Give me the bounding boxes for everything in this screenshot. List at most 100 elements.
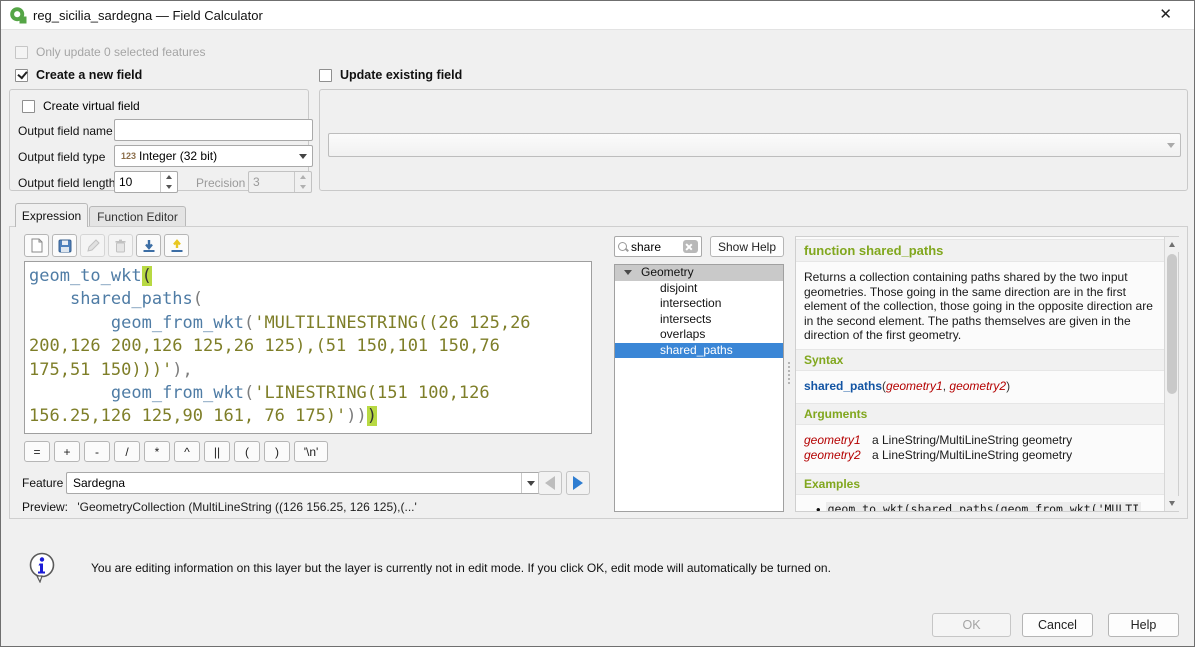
ok-label: OK	[962, 618, 980, 632]
function-item-overlaps[interactable]: overlaps	[615, 327, 783, 343]
examples-heading: Examples	[796, 473, 1164, 495]
help-button[interactable]: Help	[1108, 613, 1179, 637]
spinner-buttons[interactable]	[160, 172, 177, 192]
next-feature-button[interactable]	[566, 471, 590, 495]
arrow-right-icon	[573, 476, 583, 490]
function-item-intersection[interactable]: intersection	[615, 296, 783, 312]
argument-name: geometry2	[804, 448, 872, 463]
create-virtual-field-checkbox[interactable]: Create virtual field	[22, 99, 140, 113]
scroll-down-icon[interactable]	[1165, 496, 1179, 511]
output-field-name-input[interactable]	[114, 119, 313, 141]
code-segment: ))	[346, 406, 366, 426]
code-segment: (	[193, 289, 203, 309]
show-help-button[interactable]: Show Help	[710, 236, 784, 257]
operator-button-5[interactable]: ^	[174, 441, 200, 462]
operator-button-4[interactable]: *	[144, 441, 170, 462]
only-update-label: Only update 0 selected features	[36, 45, 205, 59]
feature-combo[interactable]: Sardegna	[66, 472, 540, 494]
code-segment: (	[142, 266, 152, 286]
scrollbar-thumb[interactable]	[1167, 254, 1177, 394]
pencil-icon	[86, 239, 100, 253]
close-icon[interactable]: ✕	[1159, 6, 1172, 24]
checkbox-box[interactable]	[319, 69, 332, 82]
checkbox-box[interactable]	[22, 100, 35, 113]
feature-label: Feature	[22, 476, 63, 490]
create-new-field-label: Create a new field	[36, 68, 142, 82]
function-item-disjoint[interactable]: disjoint	[615, 281, 783, 297]
chevron-down-icon[interactable]	[521, 473, 539, 493]
code-segment: geometry2	[949, 379, 1006, 393]
code-segment: geometry1	[886, 379, 943, 393]
expression-line: geom_to_wkt(	[29, 265, 587, 288]
update-existing-field-label: Update existing field	[340, 68, 462, 82]
operator-button-9[interactable]: '\n'	[294, 441, 328, 462]
example-code: geom_to_wkt(shared_paths(geom_from_wkt('…	[826, 502, 1142, 511]
function-list[interactable]: Geometrydisjointintersectionintersectsov…	[614, 264, 784, 512]
help-scrollbar[interactable]	[1164, 237, 1178, 511]
trash-icon	[114, 239, 127, 253]
operator-button-0[interactable]: =	[24, 441, 50, 462]
syntax-heading: Syntax	[796, 349, 1164, 371]
expression-editor[interactable]: geom_to_wkt( shared_paths( geom_from_wkt…	[24, 261, 592, 434]
chevron-down-icon[interactable]	[294, 146, 312, 166]
show-help-label: Show Help	[718, 240, 776, 254]
arguments-rows: geometry1a LineString/MultiLineString ge…	[796, 425, 1164, 473]
code-segment: (	[244, 383, 254, 403]
output-field-type-value: Integer (32 bit)	[139, 149, 217, 163]
function-item-shared_paths[interactable]: shared_paths	[615, 343, 783, 359]
argument-row: geometry2a LineString/MultiLineString ge…	[804, 448, 1156, 463]
preview-row: Preview: 'GeometryCollection (MultiLineS…	[22, 500, 417, 514]
operator-button-2[interactable]: -	[84, 441, 110, 462]
clear-search-icon[interactable]	[683, 240, 698, 253]
operator-button-8[interactable]: )	[264, 441, 290, 462]
create-new-field-checkbox[interactable]: Create a new field	[15, 68, 142, 82]
output-field-length-spinner[interactable]: 10	[114, 171, 178, 193]
checkbox-box	[15, 46, 28, 59]
existing-field-groupbox	[319, 89, 1188, 191]
new-expression-button[interactable]	[24, 234, 49, 257]
output-field-type-label: Output field type	[18, 150, 105, 164]
qgis-logo-icon	[9, 6, 27, 24]
spinner-buttons	[294, 172, 311, 192]
update-existing-field-checkbox[interactable]: Update existing field	[319, 68, 462, 82]
operator-button-6[interactable]: ||	[204, 441, 230, 462]
cancel-button[interactable]: Cancel	[1022, 613, 1093, 637]
precision-spinner: 3	[248, 171, 312, 193]
output-field-length-value[interactable]: 10	[115, 172, 160, 192]
search-input-value[interactable]: share	[631, 240, 661, 254]
title-bar: reg_sicilia_sardegna — Field Calculator …	[1, 1, 1194, 30]
import-expression-button[interactable]	[136, 234, 161, 257]
output-field-type-combo[interactable]: 123 Integer (32 bit)	[114, 145, 313, 167]
code-segment: ),	[172, 360, 192, 380]
window-title: reg_sicilia_sardegna — Field Calculator	[33, 8, 263, 23]
help-title: function shared_paths	[796, 239, 1164, 262]
tab-expression[interactable]: Expression	[15, 203, 88, 227]
code-segment: 200,126 200,126 125,26 125),(51 150,101 …	[29, 336, 500, 356]
delete-expression-button	[108, 234, 133, 257]
argument-description: a LineString/MultiLineString geometry	[872, 448, 1072, 463]
integer-type-icon: 123	[121, 151, 136, 161]
code-segment: geom_from_wkt	[111, 383, 244, 403]
operator-button-7[interactable]: (	[234, 441, 260, 462]
help-description: Returns a collection containing paths sh…	[796, 262, 1164, 349]
scroll-up-icon[interactable]	[1165, 237, 1179, 252]
code-segment: geom_from_wkt	[111, 313, 244, 333]
function-search-box[interactable]: share	[614, 236, 702, 257]
checkbox-checked-box[interactable]	[15, 69, 28, 82]
tab-function-editor-label: Function Editor	[97, 210, 178, 224]
operator-button-3[interactable]: /	[114, 441, 140, 462]
function-group-geometry[interactable]: Geometry	[615, 265, 783, 281]
operator-button-1[interactable]: +	[54, 441, 80, 462]
chevron-down-icon	[1162, 134, 1180, 156]
save-expression-button[interactable]	[52, 234, 77, 257]
edit-expression-button	[80, 234, 105, 257]
new-file-icon	[30, 238, 44, 253]
expression-line: geom_from_wkt('LINESTRING(151 100,126	[29, 382, 587, 405]
export-expression-button[interactable]	[164, 234, 189, 257]
search-icon	[618, 242, 628, 252]
splitter-handle[interactable]	[788, 362, 792, 384]
expression-tab-content: geom_to_wkt( shared_paths ( geom_from_wkt…	[9, 226, 1188, 519]
help-content: function shared_paths Returns a collecti…	[796, 237, 1164, 511]
tab-function-editor[interactable]: Function Editor	[89, 206, 186, 227]
function-item-intersects[interactable]: intersects	[615, 312, 783, 328]
